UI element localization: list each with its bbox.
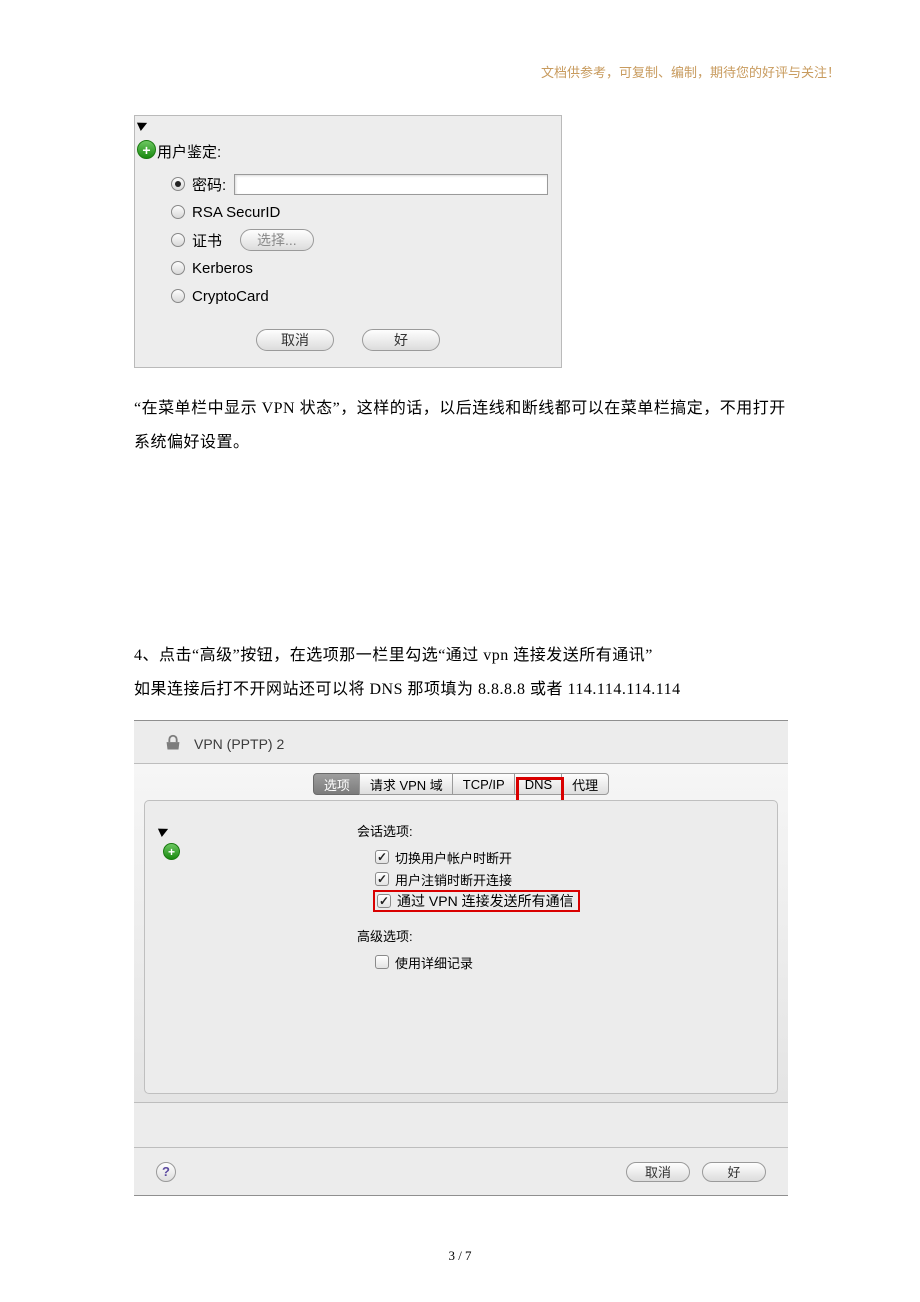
- session-section-title: 会话选项:: [357, 821, 777, 840]
- auth-dialog: ▶ + 用户鉴定: 密码: RSA SecurID 证书 选择... Kerbe…: [134, 115, 562, 368]
- password-input[interactable]: [234, 174, 548, 195]
- cursor-icon: ▶: [156, 822, 170, 839]
- cancel-button[interactable]: 取消: [626, 1162, 690, 1182]
- ok-button[interactable]: 好: [362, 329, 440, 351]
- tabs-wrapper: 选项 请求 VPN 域 TCP/IP DNS 代理 ▶ + 会话选项: 切换用户…: [134, 763, 788, 1103]
- label-kerberos: Kerberos: [192, 260, 253, 277]
- ok-button[interactable]: 好: [702, 1162, 766, 1182]
- cancel-button[interactable]: 取消: [256, 329, 334, 351]
- vpn-header: VPN (PPTP) 2: [134, 721, 788, 763]
- options-pane: ▶ + 会话选项: 切换用户帐户时断开 用户注销时断开连接 通过 VPN 连接发…: [144, 800, 778, 1094]
- paragraph-menubar-note: “在菜单栏中显示 VPN 状态”，这样的话，以后连线和断线都可以在菜单栏搞定，不…: [134, 392, 786, 459]
- tabs: 选项 请求 VPN 域 TCP/IP DNS 代理: [134, 772, 788, 796]
- tab-dns[interactable]: DNS: [514, 773, 563, 795]
- auth-radio-group: 密码: RSA SecurID 证书 选择... Kerberos Crypto…: [171, 170, 548, 310]
- label-rsa: RSA SecurID: [192, 204, 280, 221]
- tab-tcpip[interactable]: TCP/IP: [452, 773, 516, 795]
- document-header-note: 文档供参考，可复制、编制，期待您的好评与关注！: [541, 62, 840, 81]
- options-column: 会话选项: 切换用户帐户时断开 用户注销时断开连接 通过 VPN 连接发送所有通…: [357, 821, 777, 973]
- label-crypto: CryptoCard: [192, 288, 269, 305]
- radio-crypto[interactable]: [171, 289, 185, 303]
- document-content: ▶ + 用户鉴定: 密码: RSA SecurID 证书 选择... Kerbe…: [0, 0, 920, 1196]
- choose-cert-button[interactable]: 选择...: [240, 229, 314, 251]
- tab-proxy[interactable]: 代理: [561, 773, 609, 795]
- vpn-title: VPN (PPTP) 2: [194, 736, 284, 752]
- page-number: 3 / 7: [0, 1248, 920, 1264]
- checkbox-send-all[interactable]: [377, 894, 391, 908]
- vpn-dialog-bottom: ? 取消 好: [134, 1147, 788, 1195]
- radio-rsa[interactable]: [171, 205, 185, 219]
- add-icon: +: [163, 843, 180, 860]
- radio-kerberos[interactable]: [171, 261, 185, 275]
- step4-line2: 如果连接后打不开网站还可以将 DNS 那项填为 8.8.8.8 或者 114.1…: [134, 673, 786, 707]
- highlight-sendall: 通过 VPN 连接发送所有通信: [373, 890, 580, 912]
- auth-dialog-title: 用户鉴定:: [157, 141, 221, 162]
- radio-password[interactable]: [171, 177, 185, 191]
- auth-dialog-buttons: 取消 好: [135, 329, 561, 351]
- help-button[interactable]: ?: [156, 1162, 176, 1182]
- tab-vpn-domain[interactable]: 请求 VPN 域: [359, 773, 454, 795]
- checkbox-logout[interactable]: [375, 872, 389, 886]
- add-icon: +: [137, 140, 156, 159]
- label-switch-user: 切换用户帐户时断开: [395, 848, 512, 867]
- vpn-bottom-buttons: 取消 好: [626, 1162, 766, 1182]
- checkbox-switch-user[interactable]: [375, 850, 389, 864]
- label-detailed-log: 使用详细记录: [395, 953, 473, 972]
- radio-cert[interactable]: [171, 233, 185, 247]
- checkbox-detailed-log[interactable]: [375, 955, 389, 969]
- lock-icon: [162, 733, 184, 755]
- label-password: 密码:: [192, 174, 226, 195]
- tab-options[interactable]: 选项: [313, 773, 361, 795]
- label-logout: 用户注销时断开连接: [395, 870, 512, 889]
- advanced-section-title: 高级选项:: [357, 926, 777, 945]
- cursor-icon: ▶: [135, 116, 149, 133]
- step4-line1: 4、点击“高级”按钮，在选项那一栏里勾选“通过 vpn 连接发送所有通讯”: [134, 639, 786, 673]
- label-cert: 证书: [192, 230, 222, 251]
- label-send-all: 通过 VPN 连接发送所有通信: [397, 891, 574, 911]
- vpn-advanced-dialog: VPN (PPTP) 2 选项 请求 VPN 域 TCP/IP DNS 代理 ▶…: [134, 720, 788, 1196]
